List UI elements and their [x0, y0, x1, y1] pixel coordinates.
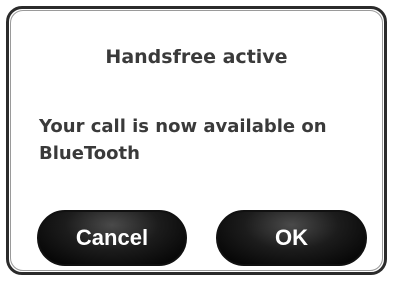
ok-button[interactable]: OK [216, 210, 367, 266]
dialog-message: Your call is now available on BlueTooth [39, 113, 384, 167]
dialog-message-line2: BlueTooth [39, 143, 140, 164]
dialog-title: Handsfree active [105, 46, 288, 68]
cancel-button[interactable]: Cancel [37, 210, 187, 266]
dialog-message-line1: Your call is now available on [39, 116, 327, 137]
